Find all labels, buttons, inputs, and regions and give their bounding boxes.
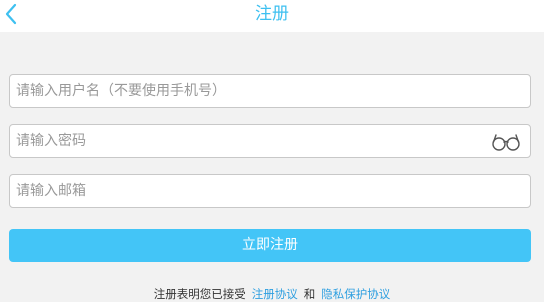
email-input[interactable]: [10, 175, 530, 207]
page-title: 注册: [255, 4, 289, 24]
username-field-wrapper: [9, 74, 531, 108]
username-input[interactable]: [10, 75, 530, 107]
glasses-icon: [492, 134, 520, 151]
privacy-policy-link[interactable]: 隐私保护协议: [321, 287, 390, 301]
show-password-toggle[interactable]: [490, 132, 522, 152]
chevron-left-icon: [5, 3, 17, 25]
top-bar: 注册: [0, 0, 544, 32]
terms-prefix: 注册表明您已接受: [153, 287, 246, 301]
password-input[interactable]: [10, 125, 530, 157]
terms-conjunction: 和: [303, 287, 316, 301]
back-button[interactable]: [0, 0, 30, 32]
password-field-wrapper: [9, 124, 531, 158]
terms-of-service-link[interactable]: 注册协议: [252, 287, 298, 301]
email-field-wrapper: [9, 174, 531, 208]
register-button[interactable]: 立即注册: [9, 229, 531, 262]
